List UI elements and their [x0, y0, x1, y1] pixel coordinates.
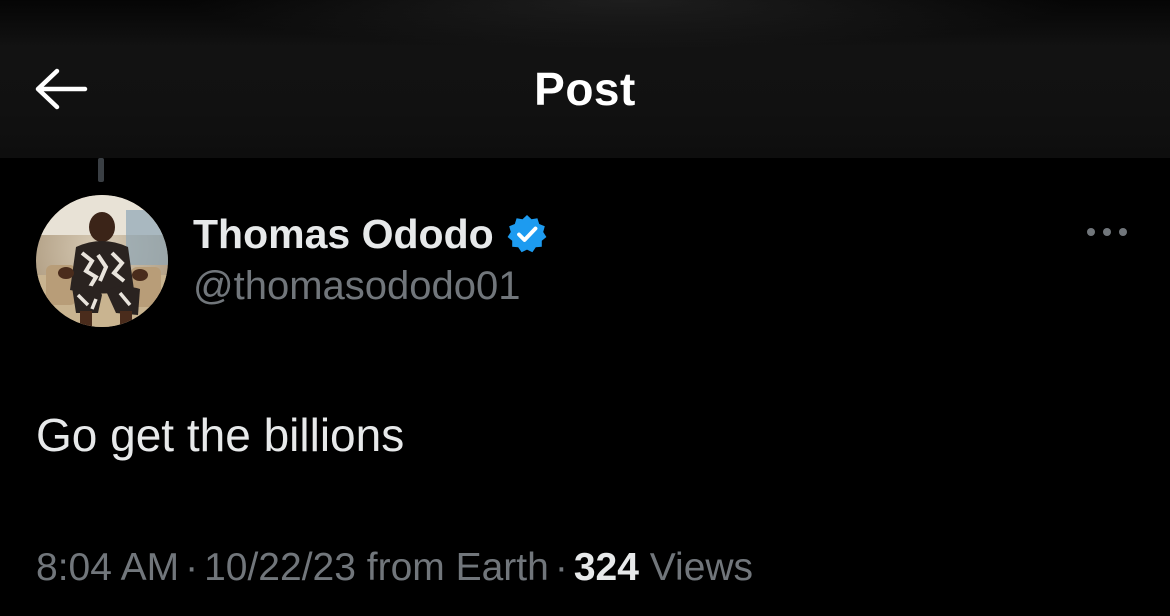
meta-separator: ·: [185, 546, 199, 589]
more-options-button[interactable]: [1082, 218, 1132, 250]
more-horizontal-icon: [1085, 225, 1129, 243]
author-name-row[interactable]: Thomas Ododo: [193, 208, 548, 260]
avatar[interactable]: [36, 195, 168, 327]
views-label: Views: [649, 546, 754, 589]
header-blur: [180, 0, 1080, 50]
views-count[interactable]: 324: [574, 546, 639, 589]
author-handle[interactable]: @thomasododo01: [193, 264, 521, 309]
post-time[interactable]: 8:04 AM: [36, 546, 179, 589]
post-meta: 8:04 AM · 10/22/23 from Earth · 324 Views: [36, 546, 753, 590]
verified-badge-icon: [506, 213, 548, 255]
post-text: Go get the billions: [36, 409, 405, 461]
page-title: Post: [534, 63, 636, 115]
avatar-image: [36, 195, 168, 327]
meta-separator: ·: [554, 546, 568, 589]
post-date[interactable]: 10/22/23: [204, 546, 356, 589]
author-name: Thomas Ododo: [193, 210, 494, 257]
post-source: from Earth: [366, 546, 549, 589]
top-bar: Post: [0, 0, 1170, 158]
thread-connector: [98, 158, 104, 182]
